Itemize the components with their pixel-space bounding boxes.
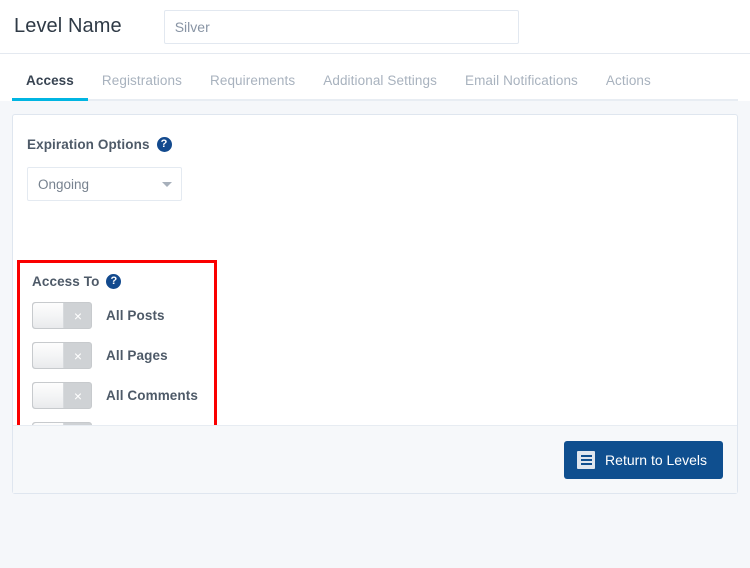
page-header: Level Name — [0, 0, 750, 54]
tab-actions[interactable]: Actions — [592, 73, 665, 101]
toggle-label-all-comments: All Comments — [106, 388, 198, 403]
return-to-levels-button[interactable]: Return to Levels — [564, 440, 723, 479]
toggle-all-pages[interactable]: × — [32, 342, 92, 369]
page-title: Level Name — [14, 15, 122, 37]
toggle-row: × All Posts — [32, 302, 214, 329]
expiration-options-selected-value: Ongoing — [38, 176, 90, 192]
toggle-knob — [33, 383, 64, 408]
tab-access[interactable]: Access — [12, 73, 88, 101]
expiration-options-label: Expiration Options ? — [27, 137, 737, 152]
tab-email-notifications[interactable]: Email Notifications — [451, 73, 592, 101]
tab-additional-settings[interactable]: Additional Settings — [309, 73, 451, 101]
settings-card: Expiration Options ? Ongoing Access To ?… — [12, 114, 738, 494]
question-mark-icon[interactable]: ? — [106, 274, 122, 289]
expiration-options-select[interactable]: Ongoing — [27, 167, 182, 201]
access-to-label: Access To ? — [32, 274, 214, 289]
tabbar: Access Registrations Requirements Additi… — [0, 54, 750, 101]
toggle-label-all-posts: All Posts — [106, 308, 165, 323]
level-name-input[interactable] — [163, 9, 519, 44]
card-inner: Expiration Options ? Ongoing — [13, 115, 737, 201]
tab-requirements[interactable]: Requirements — [196, 73, 309, 101]
toggle-all-comments[interactable]: × — [32, 382, 92, 409]
chevron-down-icon — [162, 182, 172, 187]
toggle-row: × All Pages — [32, 342, 214, 369]
tabbar-wrap: Access Registrations Requirements Additi… — [0, 54, 750, 101]
close-icon: × — [73, 387, 82, 404]
card-footer: Return to Levels — [13, 425, 737, 493]
close-icon: × — [73, 347, 82, 364]
toggle-knob — [33, 343, 64, 368]
expiration-options-text: Expiration Options — [27, 137, 150, 152]
access-to-text: Access To — [32, 274, 100, 289]
tab-registrations[interactable]: Registrations — [88, 73, 196, 101]
question-mark-icon[interactable]: ? — [156, 137, 172, 152]
return-to-levels-label: Return to Levels — [605, 451, 707, 468]
toggle-label-all-pages: All Pages — [106, 348, 168, 363]
list-icon — [577, 450, 596, 469]
close-icon: × — [73, 307, 82, 324]
toggle-row: × All Comments — [32, 382, 214, 409]
body-area: Expiration Options ? Ongoing Access To ?… — [0, 101, 750, 522]
toggle-knob — [33, 303, 64, 328]
toggle-all-posts[interactable]: × — [32, 302, 92, 329]
